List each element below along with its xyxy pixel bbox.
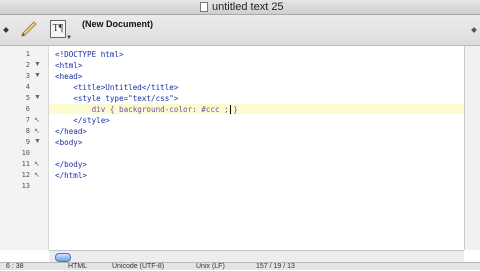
- fold-close-icon[interactable]: ↖: [34, 171, 40, 179]
- vertical-scrollbar[interactable]: [464, 46, 480, 250]
- toolbar: T¶ ▼ (New Document): [0, 15, 480, 46]
- line-number: 3: [25, 72, 30, 80]
- line-number: 7: [25, 116, 30, 124]
- line-number: 6: [25, 105, 30, 113]
- line-number: 12: [21, 171, 30, 179]
- fold-close-icon[interactable]: ↖: [34, 127, 40, 135]
- line-number: 4: [25, 83, 30, 91]
- line-number: 9: [25, 138, 30, 146]
- document-icon: [200, 2, 208, 12]
- line-number: 11: [21, 160, 30, 168]
- code-editor[interactable]: [49, 46, 464, 250]
- code-line[interactable]: <html>: [55, 61, 82, 70]
- window-titlebar: untitled text 25: [0, 0, 480, 15]
- chevron-down-icon[interactable]: ▼: [66, 35, 72, 41]
- fold-close-icon[interactable]: ↖: [34, 160, 40, 168]
- line-number: 10: [21, 149, 30, 157]
- line-number: 8: [25, 127, 30, 135]
- pencil-icon[interactable]: [20, 20, 38, 38]
- line-number: 2: [25, 61, 30, 69]
- code-line[interactable]: <style type="text/css">: [55, 94, 178, 103]
- code-line[interactable]: <body>: [55, 138, 82, 147]
- window-title: untitled text 25: [212, 1, 284, 13]
- fold-open-icon[interactable]: ▼: [34, 138, 41, 145]
- fold-open-icon[interactable]: ▼: [34, 61, 41, 68]
- right-diamond-icon[interactable]: [471, 27, 477, 33]
- horizontal-scrollbar[interactable]: [49, 250, 464, 262]
- line-number: 1: [25, 50, 30, 58]
- fold-close-icon[interactable]: ↖: [34, 116, 40, 124]
- diamond-icon[interactable]: [3, 27, 9, 33]
- text-frame-icon[interactable]: T¶: [50, 20, 66, 38]
- line-number: 5: [25, 94, 30, 102]
- code-line[interactable]: <head>: [55, 72, 82, 81]
- line-number: 13: [21, 182, 30, 190]
- document-label: (New Document): [82, 19, 154, 29]
- scrollbar-thumb[interactable]: [55, 253, 71, 262]
- fold-open-icon[interactable]: ▼: [34, 72, 41, 79]
- code-line[interactable]: </style>: [55, 116, 110, 125]
- status-bar: 6 : 38 HTML Unicode (UTF-8) Unix (LF) 15…: [0, 262, 480, 270]
- code-line[interactable]: </body>: [55, 160, 87, 169]
- code-line[interactable]: </html>: [55, 171, 87, 180]
- code-line[interactable]: <!DOCTYPE html>: [55, 50, 124, 59]
- text-caret: [230, 105, 231, 114]
- code-line[interactable]: div { background-color: #ccc ; }: [55, 105, 238, 114]
- fold-open-icon[interactable]: ▼: [34, 94, 41, 101]
- code-line[interactable]: </head>: [55, 127, 87, 136]
- code-line[interactable]: <title>Untitled</title>: [55, 83, 178, 92]
